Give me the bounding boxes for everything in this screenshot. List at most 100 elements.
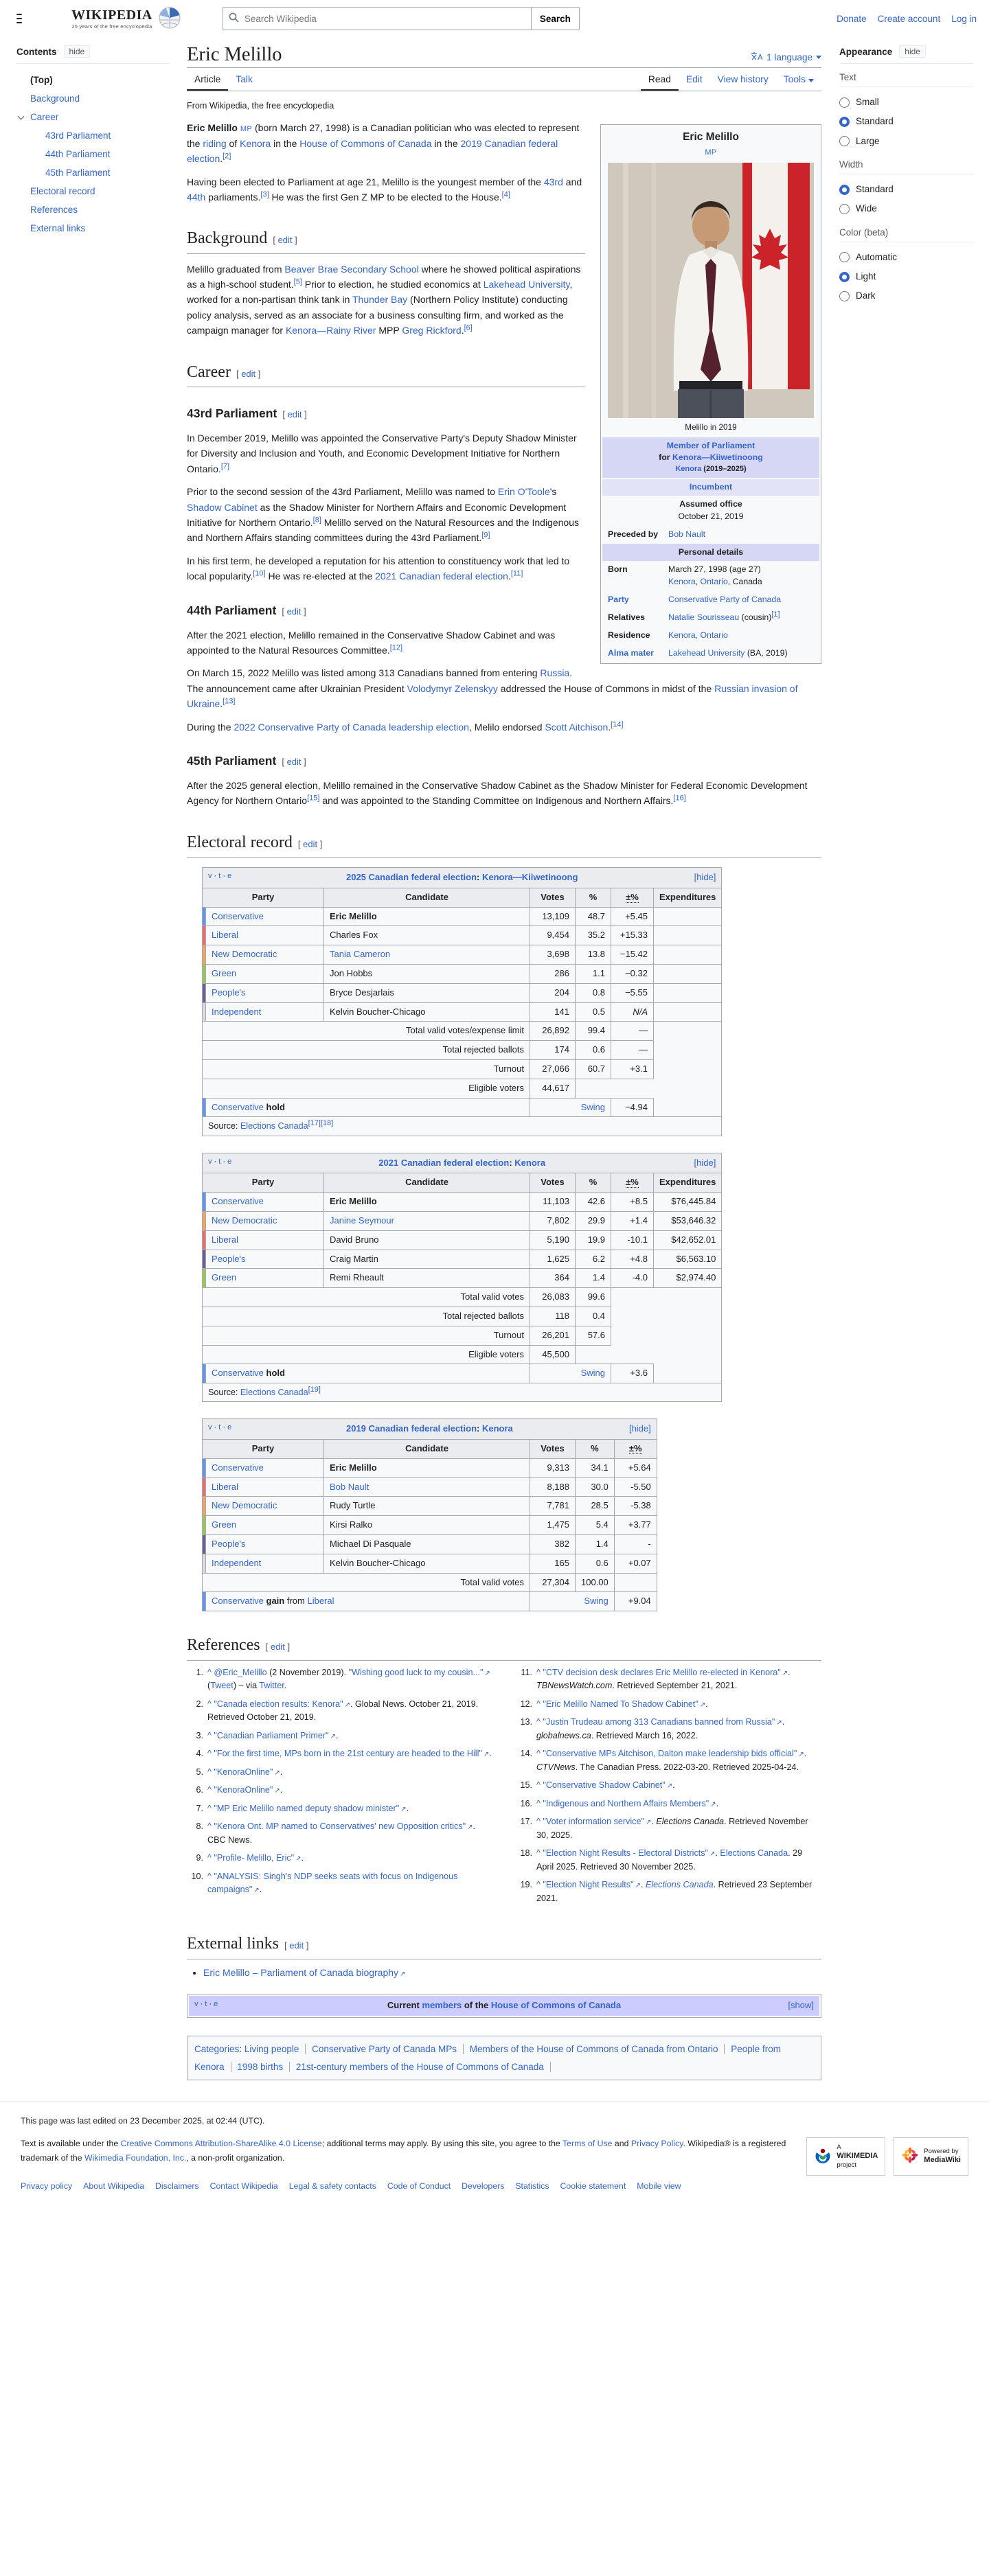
wiki-link[interactable]: Swing xyxy=(581,1368,605,1378)
wiki-link[interactable]: @Eric_Melillo xyxy=(214,1668,266,1677)
wiki-link[interactable]: Conservative xyxy=(212,1368,264,1378)
wiki-link[interactable]: Ontario xyxy=(701,577,728,586)
wiki-link[interactable]: Elections Canada xyxy=(240,1388,308,1397)
wiki-link[interactable]: "Canada election results: Kenora"↗ xyxy=(214,1699,350,1709)
wiki-link[interactable]: Volodymyr Zelenskyy xyxy=(407,683,498,694)
party-link[interactable]: People's xyxy=(212,1254,245,1264)
color-radio[interactable]: Dark xyxy=(839,286,974,306)
view-tab[interactable]: Read xyxy=(641,68,679,91)
party-link[interactable]: Conservative xyxy=(212,1196,264,1206)
mediawiki-badge[interactable]: Powered by MediaWiki xyxy=(894,2137,968,2176)
wikimedia-badge[interactable]: A WIKIMEDIA project xyxy=(806,2137,885,2176)
wiki-link[interactable]: Beaver Brae Secondary School xyxy=(284,264,418,275)
wiki-link[interactable]: ^ xyxy=(207,1731,214,1740)
hide-table-button[interactable]: [hide] xyxy=(629,1422,651,1436)
wiki-link[interactable]: "Wishing good luck to my cousin..."↗ xyxy=(349,1668,490,1677)
wiki-link[interactable]: "CTV decision desk declares Eric Melillo… xyxy=(543,1668,788,1677)
party-link[interactable]: People's xyxy=(212,987,245,998)
wiki-link[interactable]: "Profile- Melillo, Eric"↗ xyxy=(214,1853,301,1863)
radio-icon[interactable] xyxy=(839,272,850,282)
edit-link[interactable]: edit xyxy=(278,235,293,245)
wiki-link[interactable]: Privacy Policy xyxy=(631,2139,683,2148)
text-size-radio[interactable]: Large xyxy=(839,132,974,151)
footer-link[interactable]: Legal & safety contacts xyxy=(289,2179,376,2194)
wiki-link[interactable]: Kenora—Rainy River xyxy=(286,325,376,336)
toc-item[interactable]: (Top) xyxy=(30,71,169,89)
edit-link[interactable]: edit xyxy=(271,1642,285,1652)
wiki-link[interactable]: ^ xyxy=(207,1668,214,1677)
text-size-radio[interactable]: Standard xyxy=(839,112,974,131)
wiki-link[interactable]: Lakehead University xyxy=(484,279,570,290)
wiki-link[interactable]: Natalie Sourisseau xyxy=(668,612,739,622)
top-link[interactable]: Donate xyxy=(837,14,867,24)
toc-item[interactable]: Background xyxy=(30,89,169,108)
wiki-link[interactable]: "Election Night Results - Electoral Dist… xyxy=(543,1848,715,1858)
wiki-link[interactable]: ^ xyxy=(207,1785,214,1795)
toc-item[interactable]: References xyxy=(30,200,169,219)
wiki-link[interactable]: 2025 Canadian federal election xyxy=(346,872,477,882)
wiki-link[interactable]: Wikimedia Foundation, Inc. xyxy=(84,2153,186,2163)
wiki-link[interactable]: ^ xyxy=(207,1767,214,1777)
vte-links[interactable]: v · t · e xyxy=(208,871,231,883)
wiki-link[interactable]: Incumbent xyxy=(690,482,732,492)
party-link[interactable]: Independent xyxy=(212,1007,261,1017)
toc-item[interactable]: 44th Parliament xyxy=(30,145,169,163)
wiki-link[interactable]: ^ xyxy=(536,1848,543,1858)
wiki-link[interactable]: "Kenora Ont. MP named to Conservatives' … xyxy=(214,1821,473,1831)
wiki-link[interactable]: ^ xyxy=(207,1699,214,1709)
wiki-link[interactable]: "Justin Trudeau among 313 Canadians bann… xyxy=(543,1717,782,1727)
reference-citation-link[interactable]: [2] xyxy=(223,152,231,160)
wiki-link[interactable]: MP xyxy=(240,125,252,133)
top-link[interactable]: Log in xyxy=(951,14,977,24)
reference-citation-link[interactable]: [6] xyxy=(464,324,473,332)
reference-citation-link[interactable]: [1] xyxy=(771,610,780,619)
reference-citation-link[interactable]: [10] xyxy=(253,570,265,578)
wiki-link[interactable]: e xyxy=(227,872,231,880)
wiki-link[interactable]: "For the first time, MPs born in the 21s… xyxy=(214,1749,489,1758)
party-link[interactable]: Liberal xyxy=(212,930,238,940)
vte-links[interactable]: v · t · e xyxy=(194,1999,218,2011)
wiki-link[interactable]: Swing xyxy=(581,1102,605,1112)
party-link[interactable]: People's xyxy=(212,1539,245,1549)
top-link[interactable]: Create account xyxy=(878,14,941,24)
wiki-link[interactable]: Thunder Bay xyxy=(352,294,407,305)
edit-link[interactable]: edit xyxy=(241,369,255,379)
party-link[interactable]: New Democratic xyxy=(212,949,277,959)
width-radio[interactable]: Wide xyxy=(839,199,974,218)
party-link[interactable]: New Democratic xyxy=(212,1215,277,1226)
category-link[interactable]: Members of the House of Commons of Canad… xyxy=(470,2044,718,2054)
wiki-link[interactable]: Bob Nault xyxy=(668,529,705,539)
alma-mater-label-link[interactable]: Alma mater xyxy=(602,647,668,660)
view-tab[interactable]: Edit xyxy=(679,68,710,91)
wiki-link[interactable]: "Voter information service"↗ xyxy=(543,1817,651,1826)
language-selector-button[interactable]: A 1 language xyxy=(751,51,821,66)
wiki-link[interactable]: ^ xyxy=(536,1880,543,1889)
reference-citation-link[interactable]: [12] xyxy=(390,643,402,652)
toc-item[interactable]: 45th Parliament xyxy=(30,163,169,182)
hide-table-button[interactable]: [hide] xyxy=(694,871,716,885)
reference-citation-link[interactable]: [4] xyxy=(502,190,510,198)
wiki-link[interactable]: Shadow Cabinet xyxy=(187,502,258,513)
radio-icon[interactable] xyxy=(839,252,850,262)
wiki-link[interactable]: Swing xyxy=(584,1596,608,1606)
reference-citation-link[interactable]: [14] xyxy=(611,720,623,728)
toc-item[interactable]: Career xyxy=(30,108,169,126)
wiki-link[interactable]: ^ xyxy=(536,1749,543,1758)
reference-citation-link[interactable]: [3] xyxy=(260,190,269,198)
wiki-link[interactable]: "Election Night Results"↗ xyxy=(543,1880,641,1889)
wiki-link[interactable]: MP xyxy=(705,148,716,157)
wiki-link[interactable]: e xyxy=(227,1423,231,1431)
edit-link[interactable]: edit xyxy=(287,757,302,767)
party-link[interactable]: Liberal xyxy=(212,1234,238,1245)
wiki-link[interactable]: "Indigenous and Northern Affairs Members… xyxy=(543,1799,716,1808)
search-button[interactable]: Search xyxy=(531,7,580,30)
toc-item[interactable]: Electoral record xyxy=(30,182,169,200)
radio-icon[interactable] xyxy=(839,185,850,195)
party-link[interactable]: New Democratic xyxy=(212,1500,277,1510)
wiki-link[interactable]: Lakehead University xyxy=(668,648,744,658)
wiki-link[interactable]: "KenoraOnline"↗ xyxy=(214,1767,280,1777)
wiki-link[interactable]: Conservative xyxy=(212,1596,264,1606)
tab[interactable]: Article xyxy=(187,68,228,91)
wiki-link[interactable]: Kenora xyxy=(514,1158,545,1168)
wiki-link[interactable]: Kenora xyxy=(240,138,271,149)
